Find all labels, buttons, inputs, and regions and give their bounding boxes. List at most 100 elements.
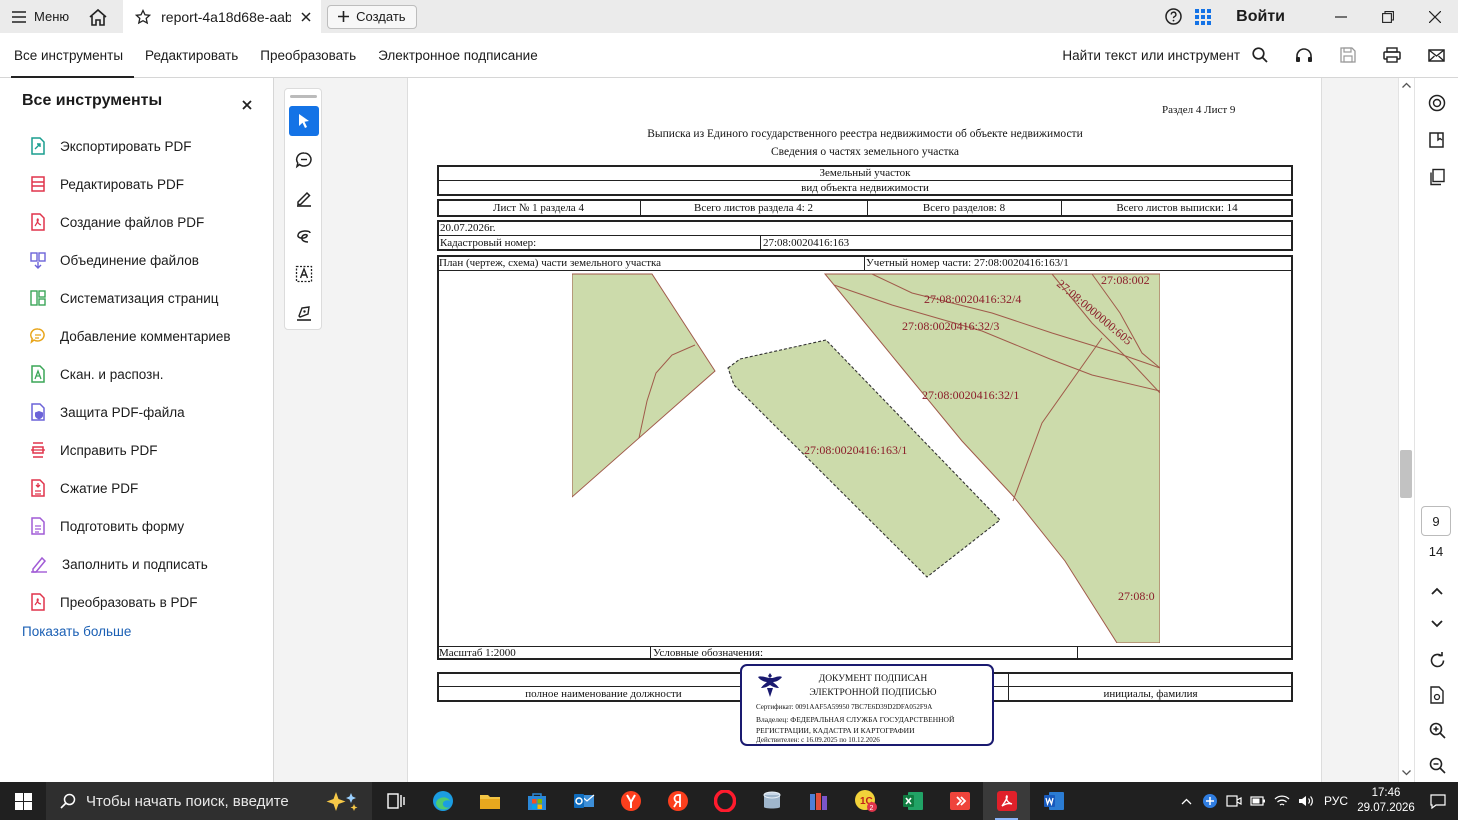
refresh-icon[interactable] [1422, 645, 1452, 675]
current-page-input[interactable]: 9 [1421, 506, 1451, 536]
star-icon[interactable] [135, 8, 152, 25]
tool-create-pdf[interactable]: Создание файлов PDF [30, 203, 231, 241]
help-icon[interactable] [1158, 0, 1188, 33]
yandex-browser-icon[interactable] [607, 782, 654, 820]
next-page-icon[interactable] [1422, 609, 1452, 639]
close-window-icon[interactable] [1411, 0, 1458, 33]
highlight-tool-button[interactable] [289, 183, 319, 213]
prepare-form-icon [30, 517, 46, 535]
previous-page-icon[interactable] [1422, 576, 1452, 606]
opera-browser-icon[interactable] [701, 782, 748, 820]
input-language[interactable]: РУС [1318, 794, 1354, 808]
drag-handle[interactable] [290, 95, 317, 98]
find-tool[interactable]: Найти текст или инструмент [1062, 47, 1268, 63]
books-app-icon[interactable] [795, 782, 842, 820]
file-explorer-icon[interactable] [466, 782, 513, 820]
map-label-32-3: 27:08:0020416:32/3 [902, 319, 999, 333]
sign-tool-button[interactable] [289, 297, 319, 327]
comment-tool-button[interactable] [289, 145, 319, 175]
anydesk-icon[interactable] [936, 782, 983, 820]
tool-convert-to-pdf[interactable]: Преобразовать в PDF [30, 583, 231, 621]
database-app-icon[interactable] [748, 782, 795, 820]
home-button[interactable] [81, 0, 115, 33]
right-rail: 9 14 [1414, 78, 1458, 782]
tool-redact-pdf[interactable]: Исправить PDF [30, 431, 231, 469]
close-panel-icon[interactable] [238, 96, 256, 114]
scrollbar-thumb[interactable] [1400, 450, 1412, 498]
tab-convert[interactable]: Преобразовать [249, 33, 367, 78]
minimize-icon[interactable] [1317, 0, 1364, 33]
battery-icon[interactable] [1246, 796, 1270, 806]
tool-add-comments[interactable]: Добавление комментариев [30, 317, 231, 355]
volume-icon[interactable] [1294, 794, 1318, 808]
tool-combine-files[interactable]: Объединение файлов [30, 241, 231, 279]
microsoft-store-icon[interactable] [513, 782, 560, 820]
scroll-up-icon[interactable] [1402, 82, 1411, 88]
tool-edit-pdf[interactable]: Редактировать PDF [30, 165, 231, 203]
tool-label: Объединение файлов [60, 252, 199, 268]
cadastral-number: 27:08:0020416:163 [763, 237, 850, 249]
tool-organize-pages[interactable]: Систематизация страниц [30, 279, 231, 317]
page-settings-icon[interactable] [1422, 680, 1452, 710]
1c-app-icon[interactable]: 1C 2 [842, 782, 889, 820]
close-tab-icon[interactable] [301, 11, 311, 22]
wifi-icon[interactable] [1270, 794, 1294, 808]
restore-icon[interactable] [1364, 0, 1411, 33]
edge-browser-icon[interactable] [419, 782, 466, 820]
convert-to-pdf-icon [30, 593, 46, 611]
menu-button[interactable]: Меню [0, 0, 81, 33]
document-tab[interactable]: report-4a18d68e-aab... [123, 0, 322, 33]
headphones-icon[interactable] [1282, 33, 1326, 78]
meet-now-icon[interactable] [1222, 794, 1246, 808]
tool-protect-pdf[interactable]: Защита PDF-файла [30, 393, 231, 431]
zoom-in-icon[interactable] [1422, 715, 1452, 745]
excel-icon[interactable] [889, 782, 936, 820]
select-tool-button[interactable] [289, 106, 319, 136]
tool-prepare-form[interactable]: Подготовить форму [30, 507, 231, 545]
save-icon[interactable] [1326, 33, 1370, 78]
stamp-certificate: Сертификат: 0091AAF5A59950 7BC7E6D39D2DF… [756, 703, 933, 711]
document-subtitle: Сведения о частях земельного участка [770, 146, 960, 158]
text-tool-button[interactable] [289, 259, 319, 289]
task-view-icon[interactable] [372, 782, 419, 820]
acrobat-icon[interactable] [983, 782, 1030, 820]
pages-thumbnails-icon[interactable] [1422, 162, 1452, 192]
export-pdf-icon [30, 137, 46, 155]
map-label-163-1: 27:08:0020416:163/1 [804, 443, 907, 457]
outlook-mail-icon[interactable] [560, 782, 607, 820]
tool-fill-sign[interactable]: Заполнить и подписать [30, 545, 231, 583]
notifications-icon[interactable] [1418, 793, 1458, 809]
draw-tool-button[interactable] [289, 221, 319, 251]
show-more-link[interactable]: Показать больше [22, 624, 131, 639]
protect-pdf-icon [30, 403, 46, 421]
windows-start-icon[interactable] [0, 782, 46, 820]
tab-all-tools[interactable]: Все инструменты [0, 33, 135, 78]
email-icon[interactable] [1414, 33, 1458, 78]
search-placeholder: Чтобы начать поиск, введите [86, 792, 289, 810]
bookmarks-icon[interactable] [1422, 125, 1452, 155]
vertical-scrollbar[interactable] [1398, 78, 1414, 782]
word-icon[interactable] [1030, 782, 1077, 820]
tool-scan-ocr[interactable]: Скан. и распозн. [30, 355, 231, 393]
print-icon[interactable] [1370, 33, 1414, 78]
cloud-sync-icon[interactable] [1198, 793, 1222, 809]
clock[interactable]: 17:46 29.07.2026 [1354, 786, 1418, 816]
apps-grid-icon[interactable] [1188, 0, 1218, 33]
comments-panel-icon[interactable] [1422, 88, 1452, 118]
find-label: Найти текст или инструмент [1062, 47, 1240, 63]
tool-export-pdf[interactable]: Экспортировать PDF [30, 127, 231, 165]
tab-edit[interactable]: Редактировать [134, 33, 249, 78]
zoom-out-icon[interactable] [1422, 750, 1452, 780]
tool-label: Экспортировать PDF [60, 138, 192, 154]
tab-label: report-4a18d68e-aab... [161, 8, 292, 25]
tool-label: Преобразовать в PDF [60, 594, 198, 610]
yandex-icon[interactable] [654, 782, 701, 820]
taskbar-search[interactable]: Чтобы начать поиск, введите [46, 782, 372, 820]
scroll-down-icon[interactable] [1402, 770, 1411, 776]
tab-e-sign[interactable]: Электронное подписание [367, 33, 549, 78]
create-button[interactable]: Создать [327, 4, 417, 29]
signin-button[interactable]: Войти [1236, 8, 1285, 26]
plus-icon [338, 11, 350, 22]
tool-compress-pdf[interactable]: Сжатие PDF [30, 469, 231, 507]
tray-expand-icon[interactable] [1174, 798, 1198, 805]
